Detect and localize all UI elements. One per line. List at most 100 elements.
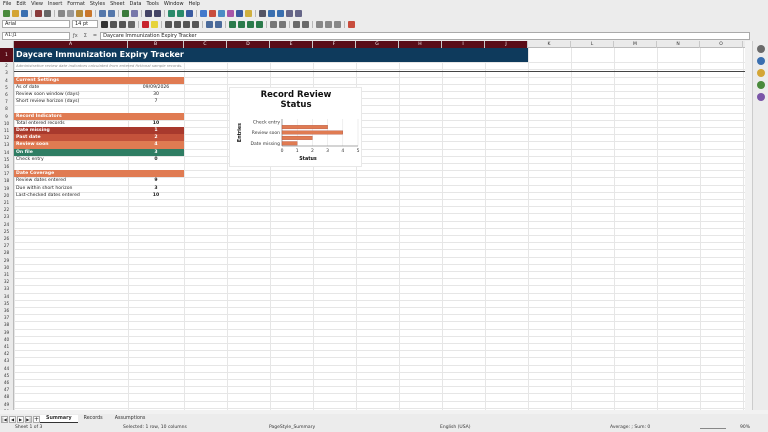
open-folder-icon[interactable] xyxy=(12,9,19,17)
row-header[interactable]: 20 xyxy=(0,191,14,199)
row-header[interactable]: 39 xyxy=(0,328,14,336)
row-header[interactable]: 9 xyxy=(0,112,14,120)
insert-image-icon[interactable] xyxy=(200,9,207,17)
menu-item-edit[interactable]: Edit xyxy=(16,1,26,7)
menu-item-help[interactable]: Help xyxy=(189,1,200,7)
first-sheet-icon[interactable]: |◀ xyxy=(1,415,8,423)
function-wizard-icon[interactable]: ƒx xyxy=(73,33,78,39)
column-header[interactable]: O xyxy=(700,41,743,48)
sort-descending-icon[interactable] xyxy=(177,9,184,17)
currency-format-icon[interactable] xyxy=(229,20,236,28)
row-header[interactable]: 32 xyxy=(0,278,14,286)
indicator-label[interactable]: Last-checked dates entered xyxy=(14,192,128,199)
indicator-value[interactable]: 1 xyxy=(128,127,184,135)
tab-summary[interactable]: Summary xyxy=(40,415,78,423)
column-icon[interactable] xyxy=(154,9,161,17)
indicator-value[interactable]: 3 xyxy=(128,185,184,192)
indicator-label[interactable]: As of date xyxy=(14,84,128,91)
row-header[interactable]: 23 xyxy=(0,213,14,221)
section-header[interactable]: Record Indicators xyxy=(14,112,184,120)
row-header[interactable]: 13 xyxy=(0,141,14,149)
indicator-value[interactable]: 4 xyxy=(128,141,184,149)
menu-item-styles[interactable]: Styles xyxy=(90,1,105,7)
row-header[interactable]: 31 xyxy=(0,271,14,279)
row-header[interactable]: 44 xyxy=(0,364,14,372)
cut-icon[interactable] xyxy=(58,9,65,17)
indicator-label[interactable]: On file xyxy=(14,148,128,156)
menu-item-file[interactable]: File xyxy=(3,1,11,7)
indicator-value[interactable]: 9 xyxy=(128,177,184,184)
indicator-label[interactable]: Short review horizon (days) xyxy=(14,98,128,105)
sum-icon[interactable]: Σ xyxy=(84,33,87,39)
row-header[interactable]: 38 xyxy=(0,321,14,329)
row-header[interactable]: 25 xyxy=(0,227,14,235)
column-header[interactable]: A xyxy=(14,41,128,48)
row-header[interactable]: 14 xyxy=(0,148,14,156)
row-header[interactable]: 19 xyxy=(0,184,14,192)
font-name-box[interactable]: Arial xyxy=(2,20,70,28)
row-header[interactable]: 26 xyxy=(0,235,14,243)
export-pdf-icon[interactable] xyxy=(35,9,42,17)
navigator-icon[interactable] xyxy=(756,81,765,89)
menu-item-view[interactable]: View xyxy=(31,1,43,7)
row-header[interactable]: 24 xyxy=(0,220,14,228)
column-header[interactable]: N xyxy=(657,41,700,48)
date-format-icon[interactable] xyxy=(256,20,263,28)
next-sheet-icon[interactable]: ▶ xyxy=(17,415,24,423)
row-header[interactable]: 34 xyxy=(0,292,14,300)
row-header[interactable]: 16 xyxy=(0,163,14,171)
column-header[interactable]: B xyxy=(128,41,184,48)
italic-icon[interactable] xyxy=(110,20,117,28)
row-header[interactable]: 33 xyxy=(0,285,14,293)
status-zoom[interactable]: 90% xyxy=(740,425,750,430)
border-color-icon[interactable] xyxy=(334,20,341,28)
justify-icon[interactable] xyxy=(192,20,199,28)
name-box[interactable]: A1:J1 xyxy=(2,32,70,40)
row-header[interactable]: 49 xyxy=(0,400,14,408)
indicator-label[interactable]: Past date xyxy=(14,134,128,142)
row-header[interactable]: 27 xyxy=(0,242,14,250)
split-window-icon[interactable] xyxy=(286,9,293,17)
column-header[interactable]: G xyxy=(356,41,399,48)
styles-icon[interactable] xyxy=(756,57,765,65)
conditional-format-icon[interactable] xyxy=(348,20,355,28)
formula-icon[interactable]: = xyxy=(93,33,97,39)
indicator-value[interactable]: 10 xyxy=(128,120,184,127)
row-header[interactable]: 21 xyxy=(0,199,14,207)
vertical-scrollbar[interactable] xyxy=(745,41,752,410)
insert-chart-icon[interactable] xyxy=(209,9,216,17)
percent-format-icon[interactable] xyxy=(238,20,245,28)
row-header[interactable]: 11 xyxy=(0,127,14,135)
row-header[interactable]: 37 xyxy=(0,314,14,322)
paste-icon[interactable] xyxy=(76,9,83,17)
align-right-icon[interactable] xyxy=(183,20,190,28)
menu-item-insert[interactable]: Insert xyxy=(48,1,62,7)
row-header[interactable]: 48 xyxy=(0,393,14,401)
indicator-value[interactable]: 10 xyxy=(128,192,184,199)
status-aggregate[interactable]: Average: ; Sum: 0 xyxy=(610,425,650,430)
menu-item-data[interactable]: Data xyxy=(130,1,142,7)
add-decimal-icon[interactable] xyxy=(270,20,277,28)
wrap-text-icon[interactable] xyxy=(206,20,213,28)
section-header[interactable]: Date Coverage xyxy=(14,170,184,178)
undo-icon[interactable] xyxy=(99,9,106,17)
previous-sheet-icon[interactable]: ◀ xyxy=(9,415,16,423)
highlight-color-icon[interactable] xyxy=(151,20,158,28)
strikethrough-icon[interactable] xyxy=(128,20,135,28)
sheet-title[interactable]: Daycare Immunization Expiry Tracker xyxy=(14,48,528,62)
decrease-indent-icon[interactable] xyxy=(302,20,309,28)
delete-decimal-icon[interactable] xyxy=(279,20,286,28)
align-center-icon[interactable] xyxy=(174,20,181,28)
gallery-icon[interactable] xyxy=(756,69,765,77)
row-header[interactable]: 28 xyxy=(0,249,14,257)
pivot-table-icon[interactable] xyxy=(218,9,225,17)
indicator-value[interactable]: 7 xyxy=(128,98,184,105)
indicator-value[interactable]: 2 xyxy=(128,134,184,142)
bold-icon[interactable] xyxy=(101,20,108,28)
find-replace-icon[interactable] xyxy=(122,9,129,17)
copy-icon[interactable] xyxy=(67,9,74,17)
row-header[interactable]: 41 xyxy=(0,343,14,351)
underline-icon[interactable] xyxy=(119,20,126,28)
define-print-area-icon[interactable] xyxy=(268,9,275,17)
row-header[interactable]: 8 xyxy=(0,105,14,113)
